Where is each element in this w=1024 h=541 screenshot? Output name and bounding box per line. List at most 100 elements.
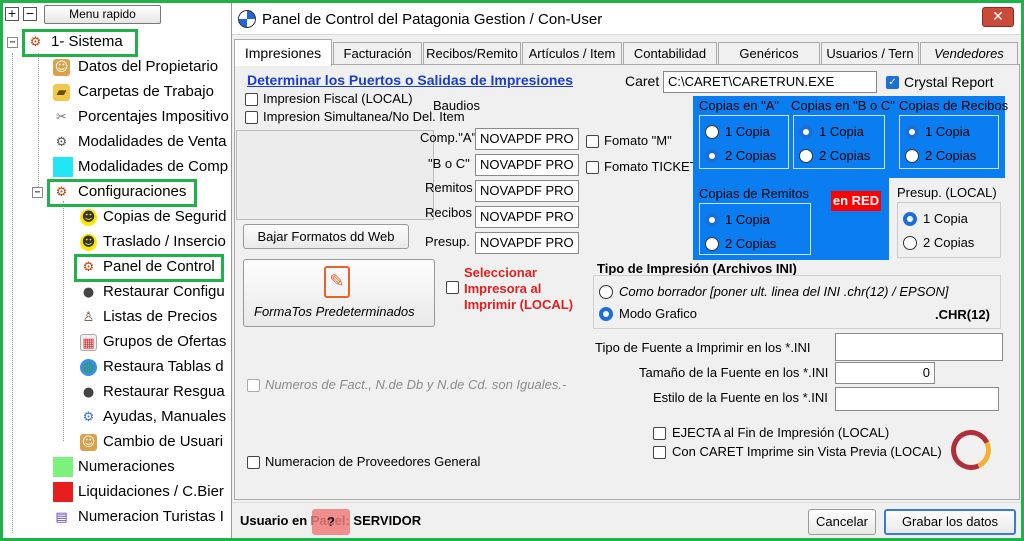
tree-item-numeraciones[interactable]: Numeraciones <box>3 456 231 478</box>
tab-vendedores[interactable]: Vendedores <box>920 42 1018 65</box>
como-borrador-radio[interactable] <box>599 285 613 299</box>
numeros-fact-label: Numeros de Fact., N.de Db y N.de Cd. son… <box>265 377 567 392</box>
expand-all-button[interactable]: + <box>5 7 19 21</box>
tree-item-carpetas[interactable]: ▰ Carpetas de Trabajo <box>3 81 231 103</box>
tree-item-datos-propietario[interactable]: ☺ Datos del Propietario <box>3 56 231 78</box>
tipo-fuente-field[interactable] <box>835 333 1003 361</box>
tab-recibos-remito[interactable]: Recibos/Remito <box>423 42 521 65</box>
close-button[interactable]: ✕ <box>982 7 1014 27</box>
tree-item-restaurar-resgua[interactable]: ● Restaurar Resgua <box>3 381 231 403</box>
impresion-simultanea-checkbox[interactable] <box>245 111 258 124</box>
copias-recibos-2-radio[interactable] <box>905 149 919 163</box>
highlight-sistema <box>22 29 138 57</box>
tab-facturacion[interactable]: Facturación <box>333 42 422 65</box>
printer-field-presup[interactable]: NOVAPDF PRO <box>475 232 579 254</box>
presup-local-2-radio[interactable] <box>903 236 917 250</box>
printer-field-boc[interactable]: NOVAPDF PRO <box>475 154 579 176</box>
ejecta-label: EJECTA al Fin de Impresión (LOCAL) <box>672 425 890 440</box>
copias-a-1-radio[interactable] <box>705 125 719 139</box>
copias-boc-title: Copias en "B o C" <box>791 98 895 113</box>
copias-recibos-2-label: 2 Copias <box>925 148 977 163</box>
presup-local-title: Presup. (LOCAL) <box>897 185 997 200</box>
tab-articulos[interactable]: Artículos / Item <box>522 42 622 65</box>
tree-item-modalidades-comp[interactable]: Modalidades de Comp <box>3 156 231 178</box>
copias-boc-2-radio[interactable] <box>799 149 813 163</box>
crystal-report-checkbox[interactable]: ✓ <box>886 76 899 89</box>
tipo-fuente-label: Tipo de Fuente a Imprimir en los *.INI <box>595 340 811 355</box>
tree-item-liquidaciones[interactable]: Liquidaciones / C.Bier <box>3 481 231 503</box>
fomato-m-checkbox[interactable] <box>586 135 599 148</box>
tamano-fuente-label: Tamaño de la Fuente en los *.INI <box>639 365 829 380</box>
presup-local-1-radio[interactable] <box>903 212 917 226</box>
highlight-configuraciones <box>47 179 197 207</box>
seleccionar-impresora-checkbox[interactable] <box>446 281 459 294</box>
seleccionar-impresora-label: Seleccionar Impresora al Imprimir (LOCAL… <box>464 265 574 312</box>
tree-item-restaurar-configu[interactable]: ● Restaurar Configu <box>3 281 231 303</box>
copias-recibos-1-radio[interactable] <box>905 125 919 139</box>
tree-item-listas-precios[interactable]: ♙ Listas de Precios <box>3 306 231 328</box>
person-icon: ☺ <box>53 59 70 76</box>
copias-remitos-title: Copias de Remitos <box>699 186 809 201</box>
copias-boc-1-label: 1 Copia <box>819 124 864 139</box>
printer-label-presup: Presup. <box>425 234 470 249</box>
presup-local-1-label: 1 Copia <box>923 211 968 226</box>
tab-usuarios[interactable]: Usuarios / Tern <box>821 42 919 65</box>
tree-item-traslado[interactable]: ☻ Traslado / Insercio <box>3 231 231 253</box>
printer-label-boc: "B o C" <box>428 156 470 171</box>
help-badge[interactable]: ? <box>312 509 350 535</box>
determinar-puertos-link[interactable]: Determinar los Puertos o Salidas de Impr… <box>247 72 573 88</box>
modo-grafico-label: Modo Grafico <box>619 306 698 321</box>
estilo-fuente-label: Estilo de la Fuente en los *.INI <box>653 390 828 405</box>
tree-item-cambio-usuario[interactable]: ☺ Cambio de Usuari <box>3 431 231 453</box>
tamano-fuente-field[interactable]: 0 <box>835 362 935 384</box>
printer-label-recibos: Recibos <box>425 205 472 220</box>
estilo-fuente-field[interactable] <box>835 387 999 411</box>
printer-field-comp-a[interactable]: NOVAPDF PRO <box>475 128 579 150</box>
cancelar-button[interactable]: Cancelar <box>808 509 876 535</box>
crystal-report-label: Crystal Report <box>904 74 994 90</box>
red-square-icon <box>53 482 73 502</box>
tab-contabilidad[interactable]: Contabilidad <box>623 42 717 65</box>
tree-item-grupos-ofertas[interactable]: ▦ Grupos de Ofertas <box>3 331 231 353</box>
window-titlebar: Panel de Control del Patagonia Gestion /… <box>232 3 1022 35</box>
formatos-predeterminados-button[interactable]: ✎ FormaTos Predeterminados <box>243 259 435 327</box>
modo-grafico-radio[interactable] <box>599 307 613 321</box>
tipo-impresion-title: Tipo de Impresión (Archivos INI) <box>597 261 797 276</box>
folder-icon: ▰ <box>53 84 70 101</box>
tab-impresiones[interactable]: Impresiones <box>234 39 332 66</box>
tree-item-ayudas[interactable]: ⚙ Ayudas, Manuales <box>3 406 231 428</box>
ejecta-checkbox[interactable] <box>653 427 666 440</box>
collapse-all-button[interactable]: − <box>23 7 37 21</box>
tab-genericos[interactable]: Genéricos <box>718 42 820 65</box>
bajar-formatos-button[interactable]: Bajar Formatos dd Web <box>243 224 409 249</box>
collapse-icon[interactable]: − <box>7 37 18 48</box>
tree-item-numeracion-turistas[interactable]: ▤ Numeracion Turistas I <box>3 506 231 528</box>
copias-a-1-label: 1 Copia <box>725 124 770 139</box>
copias-remitos-1-radio[interactable] <box>705 213 719 227</box>
numeracion-proveedores-label: Numeracion de Proveedores General <box>265 454 481 469</box>
fomato-ticket-checkbox[interactable] <box>586 161 599 174</box>
copias-boc-1-radio[interactable] <box>799 125 813 139</box>
printer-label-remitos: Remitos <box>425 180 473 195</box>
grabar-button[interactable]: Grabar los datos <box>884 509 1016 535</box>
printer-field-recibos[interactable]: NOVAPDF PRO <box>475 206 579 228</box>
impresion-fiscal-checkbox[interactable] <box>245 93 258 106</box>
con-caret-checkbox[interactable] <box>653 446 666 459</box>
caret-path-field[interactable]: C:\CARET\CARETRUN.EXE <box>663 71 877 93</box>
copias-a-2-radio[interactable] <box>705 149 719 163</box>
copias-remitos-2-radio[interactable] <box>705 237 719 251</box>
traffic-light-icon: ● <box>82 285 95 300</box>
collapse-icon[interactable]: − <box>32 187 43 198</box>
preview-area <box>236 130 434 220</box>
printer-field-remitos[interactable]: NOVAPDF PRO <box>475 180 579 202</box>
tree-item-restaura-tablas[interactable]: ◍ Restaura Tablas d <box>3 356 231 378</box>
tree-item-modalidades-venta[interactable]: ⚙ Modalidades de Venta <box>3 131 231 153</box>
gear-icon: ⚙ <box>82 410 95 425</box>
como-borrador-label: Como borrador [poner ult. linea del INI … <box>619 284 949 299</box>
numeracion-proveedores-checkbox[interactable] <box>247 456 260 469</box>
numeros-fact-checkbox[interactable] <box>247 379 260 392</box>
app-icon <box>238 10 256 28</box>
tree-item-copias-seguridad[interactable]: ☻ Copias de Segurid <box>3 206 231 228</box>
menu-rapido-button[interactable]: Menu rapido <box>44 5 161 24</box>
tree-item-porcentajes[interactable]: ✂ Porcentajes Impositivo <box>3 106 231 128</box>
